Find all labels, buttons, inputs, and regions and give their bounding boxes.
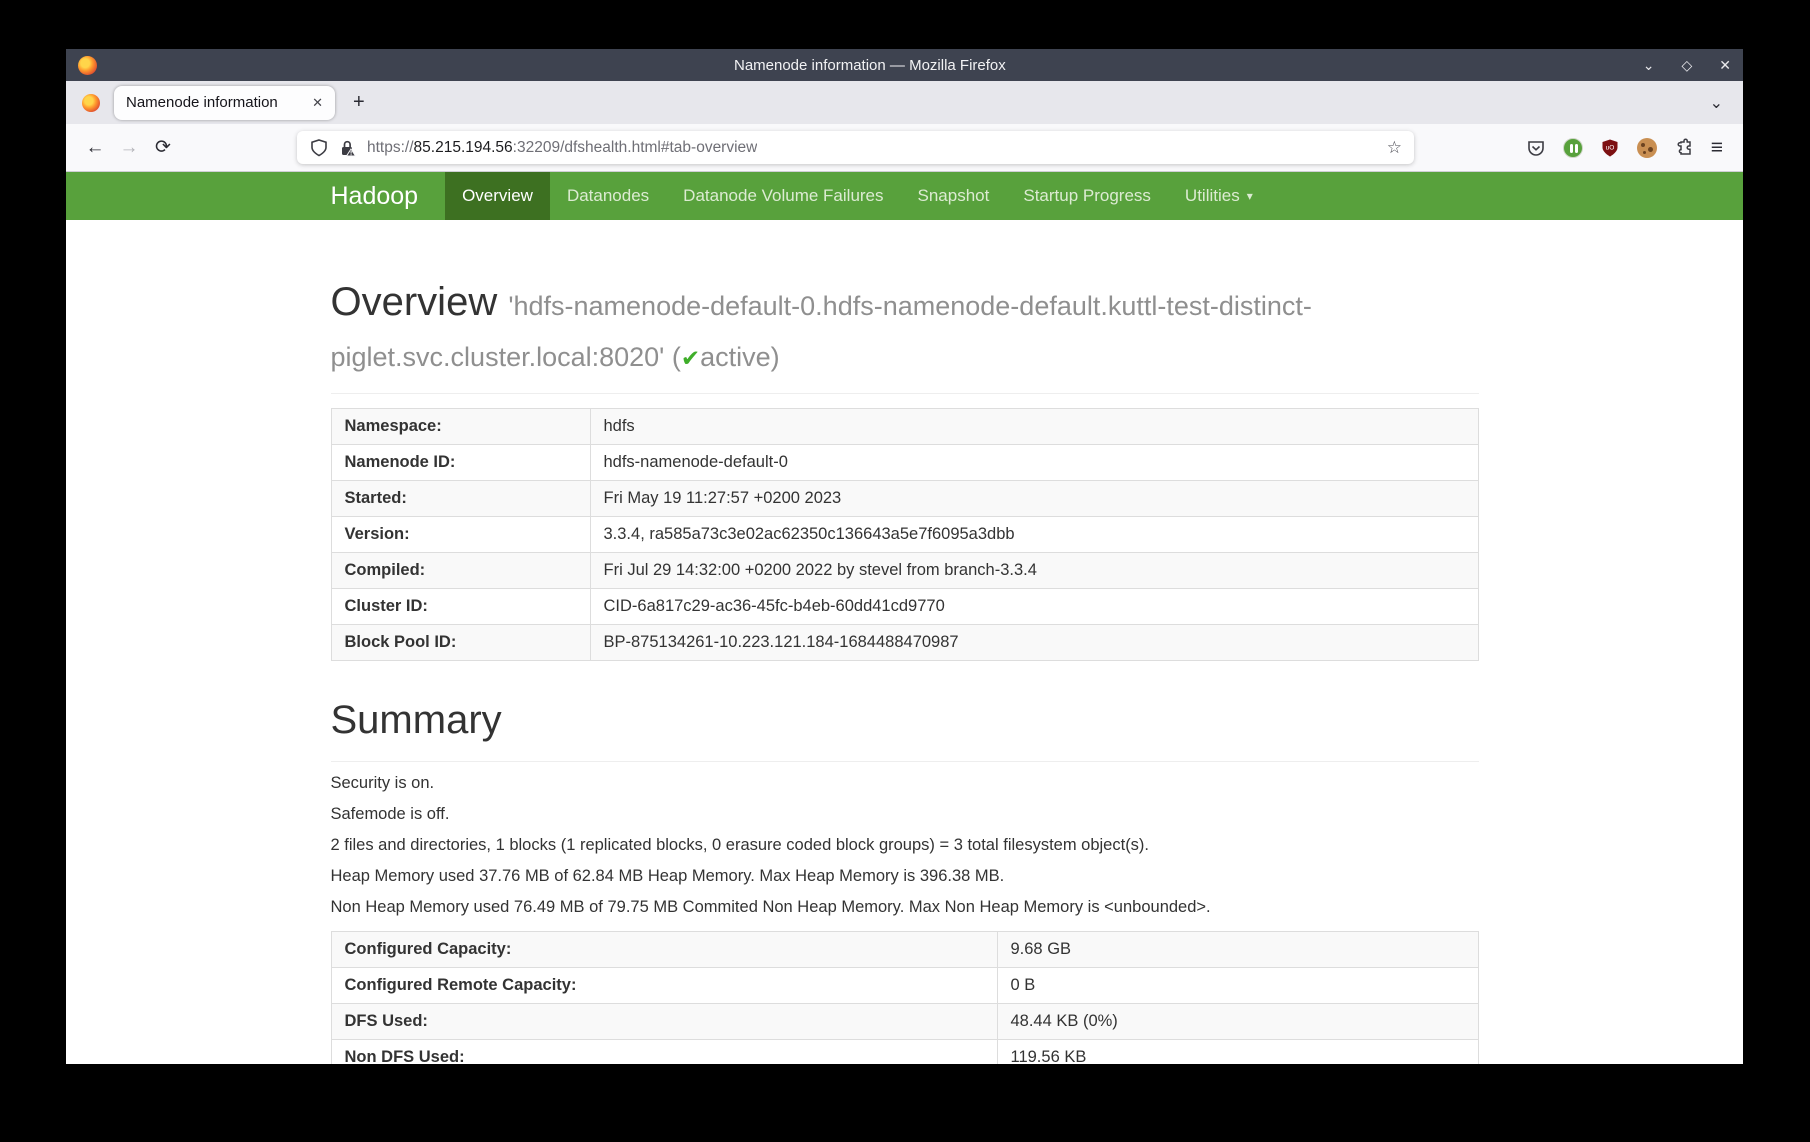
row-label: Namespace:	[331, 409, 590, 445]
toolbar-extensions: uO ≡	[1526, 136, 1723, 160]
summary-line-security: Security is on.	[331, 774, 1479, 793]
firefox-view-icon[interactable]	[82, 94, 100, 112]
minimize-icon[interactable]: ⌄	[1643, 57, 1655, 74]
table-row: Started:Fri May 19 11:27:57 +0200 2023	[331, 481, 1478, 517]
row-label: Compiled:	[331, 553, 590, 589]
row-value: 48.44 KB (0%)	[997, 1003, 1478, 1039]
row-label: DFS Used:	[331, 1003, 997, 1039]
nav-tab-overview[interactable]: Overview	[445, 172, 550, 220]
table-row: Namenode ID:hdfs-namenode-default-0	[331, 445, 1478, 481]
nav-tab-utilities[interactable]: Utilities ▾	[1168, 172, 1270, 220]
row-label: Block Pool ID:	[331, 625, 590, 661]
active-check-icon: ✔	[681, 345, 700, 371]
summary-line-heap-memory: Heap Memory used 37.76 MB of 62.84 MB He…	[331, 867, 1479, 886]
hamburger-menu-icon[interactable]: ≡	[1711, 136, 1723, 160]
svg-text:uO: uO	[1605, 144, 1614, 151]
row-value: Fri May 19 11:27:57 +0200 2023	[590, 481, 1478, 517]
row-label: Configured Remote Capacity:	[331, 967, 997, 1003]
navigation-toolbar: ← → ⟳ https://85.215.194.56:32209/dfshea…	[66, 124, 1743, 172]
page-viewport: Hadoop Overview Datanodes Datanode Volum…	[66, 172, 1743, 1064]
table-row: Configured Capacity:9.68 GB	[331, 931, 1478, 967]
extensions-puzzle-icon[interactable]	[1674, 138, 1694, 158]
shield-permissions-icon[interactable]	[309, 138, 329, 158]
table-row: Block Pool ID:BP-875134261-10.223.121.18…	[331, 625, 1478, 661]
back-button[interactable]: ←	[78, 137, 112, 159]
row-value: 119.56 KB	[997, 1039, 1478, 1064]
table-row: Compiled:Fri Jul 29 14:32:00 +0200 2022 …	[331, 553, 1478, 589]
summary-line-safemode: Safemode is off.	[331, 805, 1479, 824]
maximize-icon[interactable]: ◇	[1681, 57, 1692, 74]
summary-header: Summary	[331, 695, 1479, 761]
window-titlebar: Namenode information — Mozilla Firefox ⌄…	[66, 49, 1743, 81]
pocket-icon[interactable]	[1526, 138, 1546, 158]
list-all-tabs-icon[interactable]: ⌄	[1710, 93, 1723, 113]
tab-namenode-information[interactable]: Namenode information ✕	[114, 86, 335, 120]
url-host: 85.215.194.56	[414, 139, 513, 156]
url-protocol: https://	[367, 139, 414, 156]
active-state-label: active)	[700, 342, 780, 372]
row-label: Cluster ID:	[331, 589, 590, 625]
lock-warning-icon[interactable]	[338, 138, 358, 158]
caret-down-icon: ▾	[1247, 189, 1253, 203]
window-title: Namenode information — Mozilla Firefox	[97, 57, 1643, 74]
row-label: Non DFS Used:	[331, 1039, 997, 1064]
overview-header: Overview 'hdfs-namenode-default-0.hdfs-n…	[331, 277, 1479, 394]
forward-button[interactable]: →	[112, 137, 146, 159]
bookmark-star-icon[interactable]: ☆	[1387, 138, 1402, 158]
summary-title: Summary	[331, 695, 1479, 746]
table-row: Namespace:hdfs	[331, 409, 1478, 445]
summary-line-non-heap-memory: Non Heap Memory used 76.49 MB of 79.75 M…	[331, 898, 1479, 917]
namenode-info-table: Namespace:hdfs Namenode ID:hdfs-namenode…	[331, 408, 1479, 661]
tab-title: Namenode information	[126, 94, 304, 111]
nav-tab-utilities-label: Utilities	[1185, 186, 1240, 206]
overview-title-text: Overview	[331, 280, 498, 324]
row-value: Fri Jul 29 14:32:00 +0200 2022 by stevel…	[590, 553, 1478, 589]
ublock-origin-icon[interactable]: uO	[1600, 138, 1620, 158]
table-row: Cluster ID:CID-6a817c29-ac36-45fc-b4eb-6…	[331, 589, 1478, 625]
row-value: 9.68 GB	[997, 931, 1478, 967]
url-bar[interactable]: https://85.215.194.56:32209/dfshealth.ht…	[297, 131, 1414, 164]
table-row: DFS Used:48.44 KB (0%)	[331, 1003, 1478, 1039]
close-icon[interactable]: ✕	[1719, 57, 1731, 74]
row-value: BP-875134261-10.223.121.184-168448847098…	[590, 625, 1478, 661]
table-row: Version:3.3.4, ra585a73c3e02ac62350c1366…	[331, 517, 1478, 553]
capacity-table: Configured Capacity:9.68 GB Configured R…	[331, 931, 1479, 1064]
row-value: hdfs-namenode-default-0	[590, 445, 1478, 481]
hadoop-navbar: Hadoop Overview Datanodes Datanode Volum…	[66, 172, 1743, 220]
nav-tab-startup-progress[interactable]: Startup Progress	[1006, 172, 1168, 220]
nav-tab-snapshot[interactable]: Snapshot	[901, 172, 1007, 220]
navbar-brand-hadoop[interactable]: Hadoop	[331, 172, 446, 220]
row-value: hdfs	[590, 409, 1478, 445]
row-value: 0 B	[997, 967, 1478, 1003]
summary-line-filesystem-objects: 2 files and directories, 1 blocks (1 rep…	[331, 836, 1479, 855]
row-label: Namenode ID:	[331, 445, 590, 481]
browser-window: Namenode information — Mozilla Firefox ⌄…	[66, 49, 1743, 1064]
row-label: Started:	[331, 481, 590, 517]
tab-strip: Namenode information ✕ + ⌄	[66, 81, 1743, 124]
table-row: Non DFS Used:119.56 KB	[331, 1039, 1478, 1064]
row-label: Version:	[331, 517, 590, 553]
page-title: Overview 'hdfs-namenode-default-0.hdfs-n…	[331, 277, 1479, 379]
firefox-icon	[78, 56, 97, 75]
row-label: Configured Capacity:	[331, 931, 997, 967]
table-row: Configured Remote Capacity:0 B	[331, 967, 1478, 1003]
nav-tab-datanodes[interactable]: Datanodes	[550, 172, 666, 220]
reload-button[interactable]: ⟳	[146, 136, 180, 159]
row-value: 3.3.4, ra585a73c3e02ac62350c136643a5e7f6…	[590, 517, 1478, 553]
nav-tab-datanode-volume-failures[interactable]: Datanode Volume Failures	[666, 172, 900, 220]
tab-close-icon[interactable]: ✕	[304, 95, 323, 111]
url-path: :32209/dfshealth.html#tab-overview	[513, 139, 758, 156]
url-text: https://85.215.194.56:32209/dfshealth.ht…	[367, 139, 757, 157]
new-tab-button[interactable]: +	[353, 91, 365, 114]
row-value: CID-6a817c29-ac36-45fc-b4eb-60dd41cd9770	[590, 589, 1478, 625]
green-extension-icon[interactable]	[1563, 138, 1583, 158]
cookie-extension-icon[interactable]	[1637, 138, 1657, 158]
